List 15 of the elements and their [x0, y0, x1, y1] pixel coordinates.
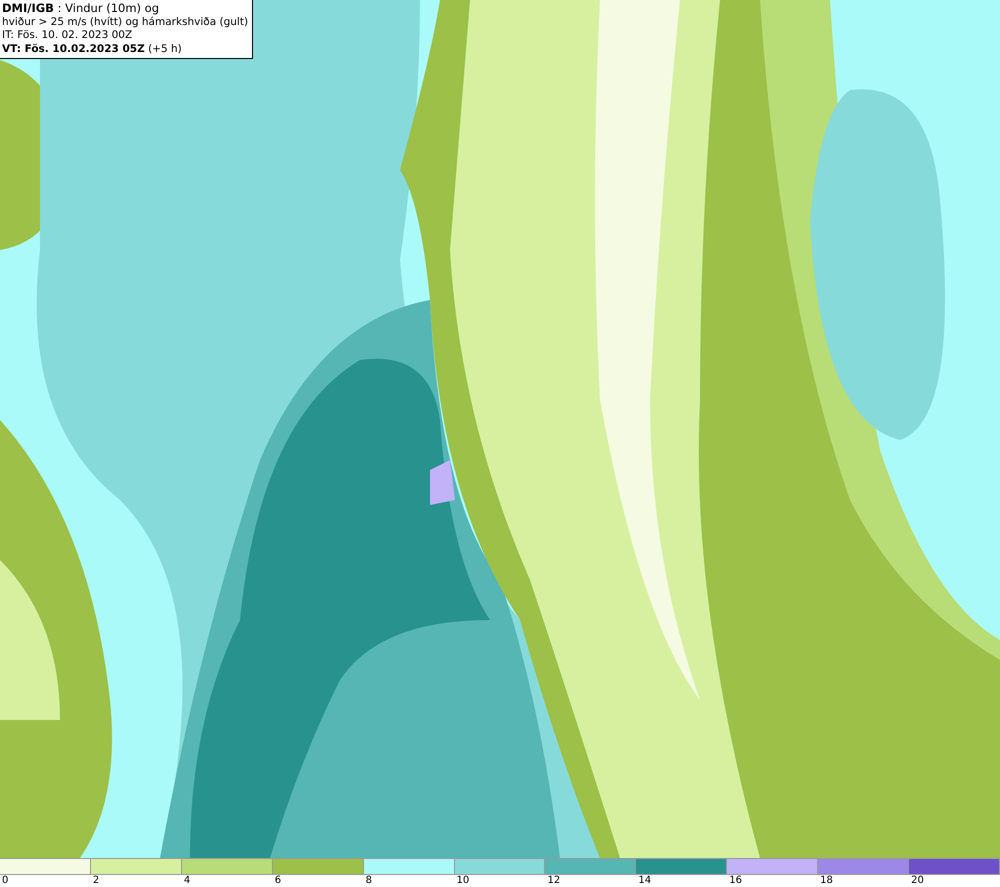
legend-label: 10 [456, 875, 470, 886]
title-line: VT: Fös. 10.02.2023 05Z (+5 h) [2, 42, 183, 56]
legend-label: 8 [366, 875, 372, 886]
legend-label: 0 [2, 875, 8, 886]
legend-label: 14 [638, 875, 652, 886]
legend-label: 12 [547, 875, 560, 886]
legend-label: 6 [274, 875, 282, 886]
legend-label: 20 [911, 875, 924, 886]
legend-label: 18 [820, 875, 833, 886]
title-line: hviður > 25 m/s (hvítt) og hámarkshviða (gult) [2, 16, 248, 29]
legend-label: 4 [184, 875, 190, 886]
legend-label: 16 [729, 875, 742, 886]
title-line: DMI/IGB : Vindur (10m) og [2, 2, 160, 16]
title-line: IT: Fös. 10. 02. 2023 00Z [2, 29, 134, 42]
legend-label: 2 [92, 875, 100, 886]
